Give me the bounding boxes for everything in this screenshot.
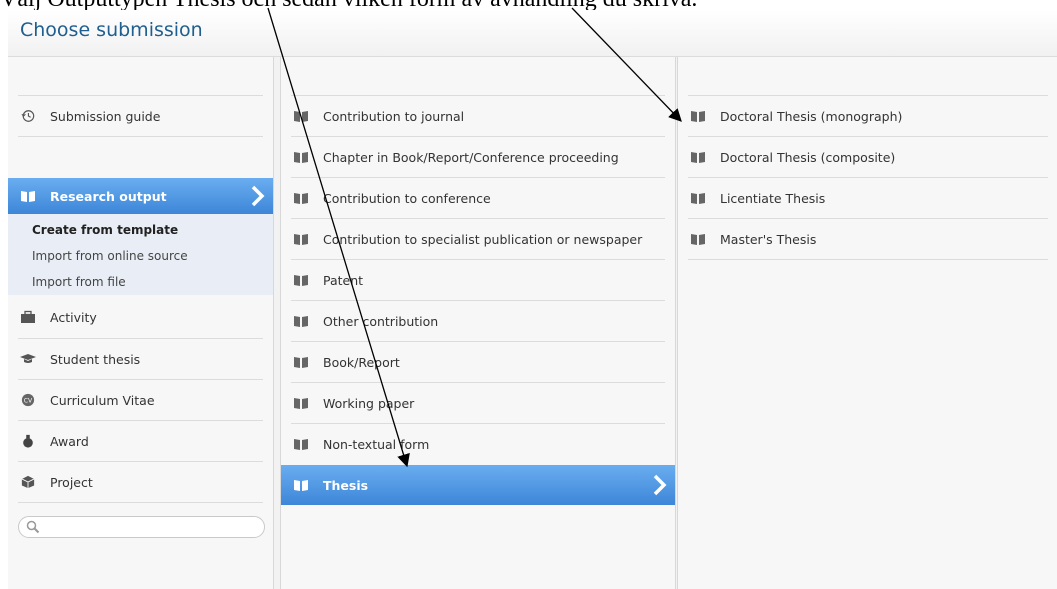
- book-icon: [294, 193, 308, 204]
- graduation-cap-icon: [20, 354, 36, 363]
- thesis-type-column: Doctoral Thesis (monograph) Doctoral The…: [677, 57, 1057, 589]
- svg-text:CV: CV: [24, 398, 33, 405]
- output-type-column: Contribution to journal Chapter in Book/…: [280, 57, 676, 589]
- output-type-item[interactable]: Patent: [291, 259, 665, 300]
- book-icon: [294, 234, 308, 245]
- thesis-type-label: Master's Thesis: [720, 231, 817, 247]
- book-icon: [294, 398, 308, 409]
- create-from-template-link[interactable]: Create from template: [32, 223, 178, 237]
- cube-icon: [21, 475, 35, 489]
- curriculum-vitae-label: Curriculum Vitae: [50, 392, 155, 408]
- divider: [18, 136, 263, 137]
- divider: [18, 502, 263, 503]
- thesis-type-label: Doctoral Thesis (monograph): [720, 108, 903, 124]
- award-icon: [23, 434, 33, 448]
- choose-submission-window: Choose submission Submission guide Resea…: [8, 10, 1057, 589]
- output-type-item[interactable]: Working paper: [291, 382, 665, 423]
- book-icon: [294, 275, 308, 286]
- import-from-online-source-link[interactable]: Import from online source: [32, 249, 188, 263]
- title-bar: Choose submission: [8, 10, 1057, 57]
- output-type-item[interactable]: Chapter in Book/Report/Conference procee…: [291, 136, 665, 177]
- project-label: Project: [50, 474, 93, 490]
- briefcase-icon: [21, 310, 35, 323]
- output-type-label: Contribution to conference: [323, 190, 491, 206]
- book-icon: [294, 439, 308, 450]
- output-type-item[interactable]: Book/Report: [291, 341, 665, 382]
- book-icon: [21, 191, 35, 202]
- book-icon: [294, 480, 308, 491]
- activity-label: Activity: [50, 309, 97, 325]
- book-icon: [294, 357, 308, 368]
- output-type-label: Working paper: [323, 395, 415, 411]
- output-type-label: Other contribution: [323, 313, 439, 329]
- output-type-item[interactable]: Contribution to conference: [291, 177, 665, 218]
- submission-guide-label: Submission guide: [50, 108, 161, 124]
- thesis-type-item[interactable]: Doctoral Thesis (composite): [688, 136, 1048, 177]
- output-type-label: Patent: [323, 272, 364, 288]
- research-output-label: Research output: [50, 188, 167, 204]
- search-icon: [26, 520, 40, 534]
- thesis-type-label: Doctoral Thesis (composite): [720, 149, 896, 165]
- book-icon: [691, 234, 705, 245]
- output-type-item[interactable]: Contribution to specialist publication o…: [291, 218, 665, 259]
- project-item[interactable]: Project: [18, 461, 263, 502]
- book-icon: [691, 111, 705, 122]
- award-label: Award: [50, 433, 89, 449]
- thesis-type-item[interactable]: Doctoral Thesis (monograph): [688, 95, 1048, 136]
- window-title: Choose submission: [20, 19, 203, 41]
- output-type-item[interactable]: Contribution to journal: [291, 95, 665, 136]
- divider: [688, 259, 1048, 260]
- thesis-item[interactable]: Thesis: [281, 465, 675, 505]
- book-icon: [691, 193, 705, 204]
- output-type-label: Contribution to specialist publication o…: [323, 231, 643, 247]
- student-thesis-label: Student thesis: [50, 351, 141, 367]
- thesis-type-item[interactable]: Licentiate Thesis: [688, 177, 1048, 218]
- book-icon: [294, 316, 308, 327]
- output-type-label: Chapter in Book/Report/Conference procee…: [323, 149, 619, 165]
- thesis-label: Thesis: [323, 477, 369, 493]
- search-input[interactable]: [45, 518, 259, 536]
- research-output-submenu: Create from template Import from online …: [8, 214, 273, 295]
- curriculum-vitae-item[interactable]: CV Curriculum Vitae: [18, 379, 263, 420]
- research-output-item[interactable]: Research output: [8, 178, 273, 214]
- book-icon: [294, 152, 308, 163]
- chevron-right-icon: [251, 185, 265, 207]
- output-type-item[interactable]: Non-textual form: [291, 423, 665, 464]
- search-field[interactable]: [18, 516, 265, 538]
- category-column: Submission guide Research output Create …: [8, 57, 274, 589]
- output-type-label: Book/Report: [323, 354, 400, 370]
- thesis-type-item[interactable]: Master's Thesis: [688, 218, 1048, 259]
- output-type-label: Contribution to journal: [323, 108, 465, 124]
- history-icon: [21, 110, 35, 122]
- student-thesis-item[interactable]: Student thesis: [18, 338, 263, 379]
- book-icon: [691, 152, 705, 163]
- chevron-right-icon: [653, 474, 667, 496]
- output-type-item[interactable]: Other contribution: [291, 300, 665, 341]
- award-item[interactable]: Award: [18, 420, 263, 461]
- submission-guide-item[interactable]: Submission guide: [18, 95, 263, 136]
- activity-item[interactable]: Activity: [18, 297, 263, 337]
- book-icon: [294, 111, 308, 122]
- thesis-type-label: Licentiate Thesis: [720, 190, 826, 206]
- cv-icon: CV: [21, 393, 35, 407]
- output-type-label: Non-textual form: [323, 436, 430, 452]
- import-from-file-link[interactable]: Import from file: [32, 275, 126, 289]
